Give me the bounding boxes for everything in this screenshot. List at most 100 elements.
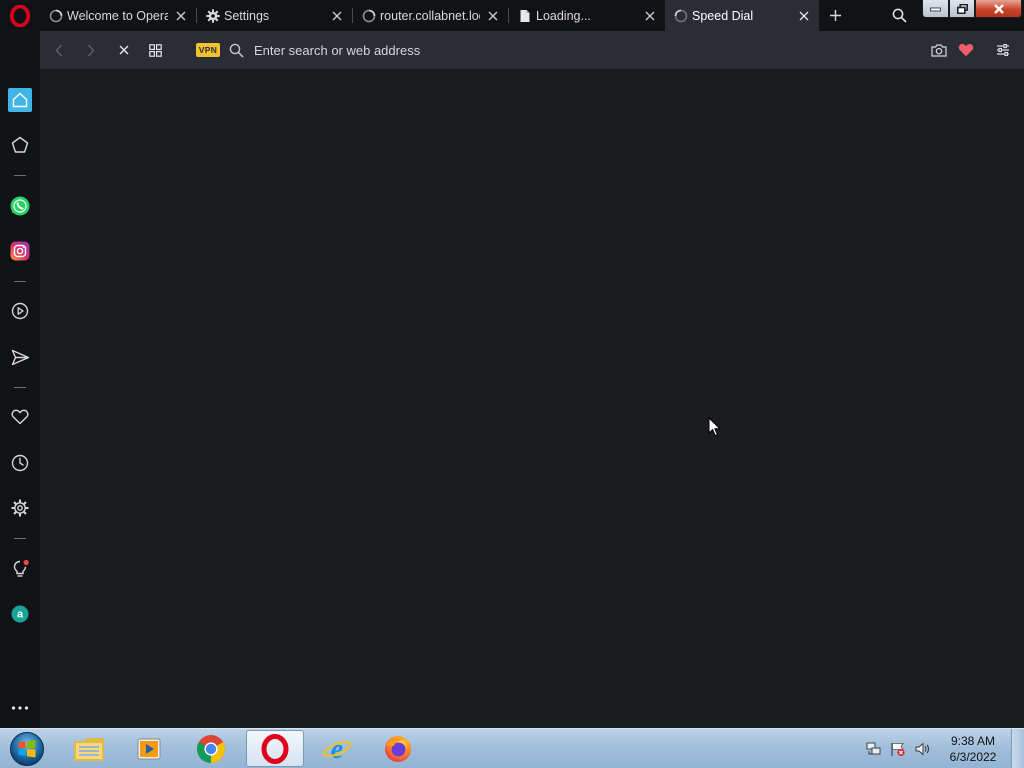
aria-icon: a — [11, 605, 29, 623]
chevron-left-icon — [55, 44, 63, 56]
tab-title: Welcome to Opera — [67, 8, 168, 23]
tab-welcome-to-opera[interactable]: Welcome to Opera — [40, 0, 196, 31]
stop-loading-button[interactable] — [114, 40, 134, 60]
search-icon — [229, 43, 244, 58]
opera-menu-button[interactable] — [0, 0, 40, 31]
sidebar-separator — [14, 387, 26, 388]
tab-title: Loading... — [536, 8, 591, 23]
forward-button[interactable] — [81, 40, 101, 60]
network-icon[interactable] — [866, 741, 882, 757]
tab-overview-button[interactable] — [145, 40, 165, 60]
snapshot-button[interactable] — [929, 40, 949, 60]
taskbar-opera[interactable] — [246, 730, 304, 767]
clock-icon — [11, 454, 29, 472]
taskbar-firefox[interactable] — [369, 730, 427, 767]
show-desktop-button[interactable] — [1011, 729, 1024, 768]
ie-icon: e — [322, 734, 352, 764]
close-tab-icon[interactable] — [484, 7, 502, 25]
address-input[interactable] — [254, 39, 894, 61]
folder-icon — [74, 737, 104, 761]
mouse-cursor-icon — [708, 417, 722, 437]
tab-settings[interactable]: Settings — [197, 0, 352, 31]
tab-title: Speed Dial — [692, 8, 754, 23]
gear-icon — [11, 499, 29, 517]
heart-icon — [11, 409, 29, 425]
tab-router[interactable]: router.collabnet.loc — [353, 0, 508, 31]
tab-title: router.collabnet.loc — [380, 8, 480, 23]
plus-icon — [829, 9, 841, 21]
page-content[interactable] — [40, 69, 1024, 728]
tab-speed-dial[interactable]: Speed Dial — [665, 0, 819, 31]
chrome-icon — [197, 734, 225, 763]
start-button[interactable] — [6, 730, 48, 768]
taskbar-explorer[interactable] — [60, 730, 118, 767]
tab-loading[interactable]: Loading... — [509, 0, 665, 31]
sidebar-item-flow[interactable] — [8, 345, 32, 369]
opera-icon — [261, 733, 289, 764]
sidebar-item-instagram[interactable] — [8, 239, 32, 263]
close-tab-icon[interactable] — [641, 7, 659, 25]
sidebar-more-button[interactable] — [8, 696, 32, 720]
sidebar-separator — [14, 281, 26, 282]
easy-setup-button[interactable] — [993, 40, 1013, 60]
home-icon — [8, 88, 32, 112]
close-icon — [993, 3, 1004, 14]
taskbar-media-player[interactable] — [120, 730, 178, 767]
instagram-icon — [10, 241, 30, 261]
star-icon — [11, 136, 29, 153]
search-tabs-button[interactable] — [888, 4, 910, 26]
more-icon — [11, 706, 29, 710]
close-tab-icon[interactable] — [172, 7, 190, 25]
restore-icon — [956, 3, 968, 14]
sidebar-item-bookmarks[interactable] — [8, 405, 32, 429]
play-icon — [11, 302, 29, 320]
svg-text:a: a — [17, 609, 24, 621]
close-icon — [119, 45, 129, 55]
sidebar-item-tips[interactable] — [8, 557, 32, 581]
sidebar-item-whatsapp[interactable] — [8, 194, 32, 218]
close-window-button[interactable] — [975, 0, 1022, 18]
bookmark-heart-button[interactable] — [956, 40, 976, 60]
search-icon — [892, 8, 907, 23]
chevron-right-icon — [87, 44, 95, 56]
close-tab-icon[interactable] — [795, 7, 813, 25]
volume-icon[interactable] — [914, 741, 930, 757]
taskbar-clock[interactable]: 9:38 AM 6/3/2022 — [940, 733, 1006, 765]
sidebar-separator — [14, 538, 26, 539]
close-tab-icon[interactable] — [328, 7, 346, 25]
action-center-icon[interactable] — [890, 741, 906, 757]
firefox-icon — [385, 735, 411, 762]
sidebar-item-home[interactable] — [8, 88, 32, 112]
minimize-icon — [930, 7, 941, 11]
minimize-button[interactable] — [922, 0, 949, 18]
taskbar-chrome[interactable] — [182, 730, 240, 767]
back-button[interactable] — [49, 40, 69, 60]
lightbulb-icon — [13, 559, 29, 577]
opera-logo-icon — [10, 4, 30, 27]
sidebar: a — [0, 31, 40, 728]
heart-icon — [958, 44, 974, 57]
loading-spinner-icon — [673, 8, 688, 23]
sidebar-item-settings[interactable] — [8, 496, 32, 520]
taskbar: e 9:38 AM 6/3/2022 — [0, 728, 1024, 768]
loading-spinner-icon — [361, 8, 376, 23]
settings-sliders-icon — [997, 44, 1009, 56]
sidebar-item-history[interactable] — [8, 451, 32, 475]
loading-spinner-icon — [48, 8, 63, 23]
gear-icon — [205, 8, 220, 23]
taskbar-internet-explorer[interactable]: e — [308, 730, 366, 767]
svg-text:e: e — [331, 734, 343, 764]
clock-date: 6/3/2022 — [949, 750, 997, 764]
tab-title: Settings — [224, 8, 270, 23]
clock-time: 9:38 AM — [950, 734, 996, 748]
vpn-badge[interactable]: VPN — [196, 43, 220, 57]
whatsapp-icon — [10, 196, 30, 216]
windows-logo-icon — [10, 732, 44, 766]
sidebar-item-aria[interactable]: a — [8, 602, 32, 626]
sidebar-item-pinboards[interactable] — [8, 133, 32, 157]
document-icon — [517, 8, 532, 23]
new-tab-button[interactable] — [824, 4, 846, 26]
send-icon — [11, 349, 29, 365]
restore-button[interactable] — [949, 0, 975, 18]
sidebar-item-player[interactable] — [8, 299, 32, 323]
